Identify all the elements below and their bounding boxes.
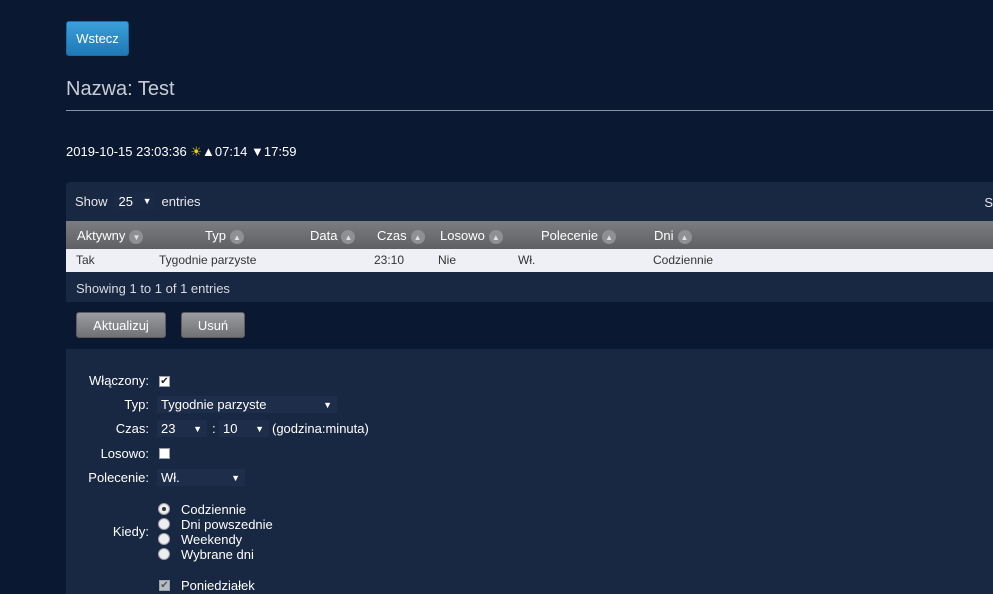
day-label-poniedzialek: Poniedziałek: [181, 578, 255, 593]
back-button[interactable]: Wstecz: [66, 21, 129, 56]
column-header-typ[interactable]: Typ ▲: [205, 221, 244, 249]
cell-typ: Tygodnie parzyste: [159, 253, 257, 267]
sort-icon: ▲: [229, 230, 244, 244]
column-header-losowo[interactable]: Losowo ▲: [440, 221, 503, 249]
chevron-down-icon: ▼: [193, 423, 202, 434]
minute-select[interactable]: 10 ▼: [219, 420, 269, 437]
update-button[interactable]: Aktualizuj: [76, 312, 166, 338]
table-info: Showing 1 to 1 of 1 entries: [76, 281, 230, 296]
cell-czas: 23:10: [374, 253, 405, 267]
datetime-line: 2019-10-15 23:03:36 ☀▲07:14 ▼17:59: [66, 144, 296, 160]
page-length-value: 25: [118, 193, 133, 209]
column-header-polecenie[interactable]: Polecenie ▲: [541, 221, 617, 249]
sunrise-time: ▲07:14: [202, 144, 248, 159]
sunset-time: ▼17:59: [251, 144, 297, 159]
radio-weekendy[interactable]: [158, 533, 170, 545]
page-length-control: Show 25 ▼ entries: [75, 192, 201, 210]
command-label: Polecenie:: [88, 470, 149, 485]
chevron-down-icon: ▼: [255, 423, 264, 434]
delete-button[interactable]: Usuń: [181, 312, 245, 338]
schedule-table-panel: Show 25 ▼ entries S Aktywny ▼ Typ ▲ Data…: [66, 182, 993, 302]
command-select[interactable]: Wł. ▼: [157, 469, 245, 486]
radio-codziennie[interactable]: [158, 503, 170, 515]
hour-select[interactable]: 23 ▼: [157, 420, 207, 437]
column-header-dni[interactable]: Dni ▲: [654, 221, 692, 249]
cell-polecenie: Wł.: [518, 253, 536, 267]
radio-label-wybrane-dni: Wybrane dni: [181, 547, 254, 562]
column-header-czas[interactable]: Czas ▲: [377, 221, 425, 249]
enabled-checkbox[interactable]: ✔: [159, 376, 170, 387]
radio-label-dni-powszednie: Dni powszednie: [181, 517, 273, 532]
radio-wybrane-dni[interactable]: [158, 548, 170, 560]
sort-icon: ▲: [677, 230, 692, 244]
sort-icon: ▲: [341, 230, 356, 244]
type-label: Typ:: [124, 397, 149, 412]
enabled-label: Włączony:: [89, 373, 149, 388]
time-hint: (godzina:minuta): [272, 421, 369, 436]
chevron-down-icon: ▼: [323, 399, 332, 410]
chevron-down-icon: ▼: [142, 196, 152, 206]
chevron-down-icon: ▼: [231, 472, 240, 483]
cell-dni: Codziennie: [653, 253, 714, 267]
page-length-select[interactable]: 25 ▼: [113, 192, 156, 210]
time-label: Czas:: [115, 421, 149, 436]
sort-icon: ▲: [602, 230, 617, 244]
when-label: Kiedy:: [112, 524, 149, 539]
page: Wstecz Nazwa: Test 2019-10-15 23:03:36 ☀…: [0, 0, 993, 594]
time-separator: :: [212, 421, 216, 436]
sort-icon: ▲: [488, 230, 503, 244]
title-divider: [66, 110, 993, 111]
radio-label-codziennie: Codziennie: [181, 502, 247, 517]
entries-label: entries: [161, 193, 201, 209]
random-label: Losowo:: [100, 446, 149, 461]
table-row[interactable]: Tak Tygodnie parzyste 23:10 Nie Wł. Codz…: [66, 249, 993, 272]
cell-aktywny: Tak: [76, 253, 95, 267]
type-select[interactable]: Tygodnie parzyste ▼: [157, 396, 337, 413]
current-datetime: 2019-10-15 23:03:36: [66, 144, 187, 159]
table-header: Aktywny ▼ Typ ▲ Data ▲ Czas ▲ Losowo ▲ P…: [66, 221, 993, 249]
page-title: Nazwa: Test: [66, 78, 175, 100]
column-header-data[interactable]: Data ▲: [310, 221, 356, 249]
column-header-aktywny[interactable]: Aktywny ▼: [77, 221, 144, 249]
show-label: Show: [75, 193, 108, 209]
cell-losowo: Nie: [438, 253, 457, 267]
radio-dni-powszednie[interactable]: [158, 518, 170, 530]
schedule-form: Włączony: ✔ Typ: Tygodnie parzyste ▼ Cza…: [66, 349, 993, 594]
sun-icon: ☀: [190, 144, 202, 159]
day-checkbox-poniedzialek[interactable]: ✔: [159, 580, 170, 591]
search-label: S: [984, 195, 993, 210]
radio-label-weekendy: Weekendy: [181, 532, 243, 547]
sort-desc-icon: ▼: [129, 230, 144, 244]
sort-icon: ▲: [410, 230, 425, 244]
random-checkbox[interactable]: [159, 448, 170, 459]
